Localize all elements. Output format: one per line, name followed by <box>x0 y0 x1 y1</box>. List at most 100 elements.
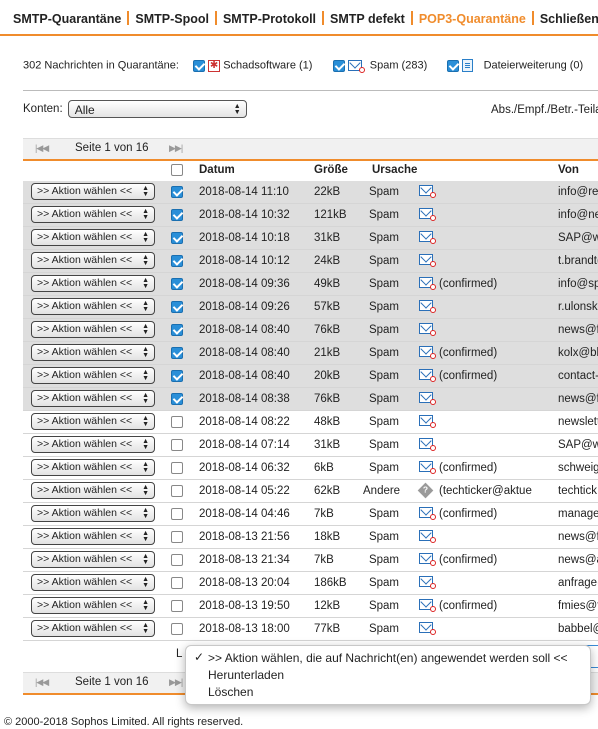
row-checkbox[interactable] <box>171 186 183 198</box>
table-row[interactable]: >> Aktion wählen << ▲ ▼ 2018-08-14 08:40 20k… <box>23 365 598 388</box>
malware-filter-checkbox[interactable] <box>193 59 206 72</box>
row-checkbox[interactable] <box>171 623 183 635</box>
row-date: 2018-08-14 10:12 <box>199 255 290 267</box>
row-checkbox[interactable] <box>171 370 183 382</box>
table-row[interactable]: >> Aktion wählen << ▲ ▼ 2018-08-13 20:04 186… <box>23 572 598 595</box>
row-checkbox[interactable] <box>171 347 183 359</box>
row-checkbox[interactable] <box>171 278 183 290</box>
copyright-footer: © 2000-2018 Sophos Limited. All rights r… <box>4 716 244 728</box>
row-checkbox[interactable] <box>171 508 183 520</box>
table-row[interactable]: >> Aktion wählen << ▲ ▼ 2018-08-14 08:40 21k… <box>23 342 598 365</box>
row-action-select[interactable]: >> Aktion wählen << ▲ ▼ <box>31 252 155 269</box>
table-row[interactable]: >> Aktion wählen << ▲ ▼ 2018-08-13 18:00 77k… <box>23 618 598 641</box>
row-checkbox[interactable] <box>171 439 183 451</box>
row-action-select[interactable]: >> Aktion wählen << ▲ ▼ <box>31 229 155 246</box>
table-row[interactable]: >> Aktion wählen << ▲ ▼ 2018-08-14 10:32 121… <box>23 204 598 227</box>
row-action-select[interactable]: >> Aktion wählen << ▲ ▼ <box>31 574 155 591</box>
table-row[interactable]: >> Aktion wählen << ▲ ▼ 2018-08-14 04:46 7kB… <box>23 503 598 526</box>
col-date[interactable]: Datum <box>199 164 235 176</box>
row-action-select[interactable]: >> Aktion wählen << ▲ ▼ <box>31 183 155 200</box>
row-cause: Spam <box>368 439 399 451</box>
row-action-select[interactable]: >> Aktion wählen << ▲ ▼ <box>31 367 155 384</box>
table-row[interactable]: >> Aktion wählen << ▲ ▼ 2018-08-14 08:38 76k… <box>23 388 598 411</box>
col-cause[interactable]: Ursache <box>372 164 417 176</box>
table-row[interactable]: >> Aktion wählen << ▲ ▼ 2018-08-13 21:34 7kB… <box>23 549 598 572</box>
col-size[interactable]: Größe <box>314 164 348 176</box>
row-checkbox[interactable] <box>171 301 183 313</box>
table-row[interactable]: >> Aktion wählen << ▲ ▼ 2018-08-13 21:56 18k… <box>23 526 598 549</box>
table-row[interactable]: >> Aktion wählen << ▲ ▼ 2018-08-14 08:22 48k… <box>23 411 598 434</box>
row-action-select[interactable]: >> Aktion wählen << ▲ ▼ <box>31 321 155 338</box>
row-action-label: >> Aktion wählen << <box>37 231 133 243</box>
row-action-select[interactable]: >> Aktion wählen << ▲ ▼ <box>31 390 155 407</box>
spam-filter-checkbox[interactable] <box>332 59 345 72</box>
row-cause: Spam <box>368 347 399 359</box>
table-row[interactable]: >> Aktion wählen << ▲ ▼ 2018-08-14 08:40 76k… <box>23 319 598 342</box>
row-action-select[interactable]: >> Aktion wählen << ▲ ▼ <box>31 597 155 614</box>
table-row[interactable]: >> Aktion wählen << ▲ ▼ 2018-08-14 09:26 57k… <box>23 296 598 319</box>
table-row[interactable]: >> Aktion wählen << ▲ ▼ 2018-08-13 19:50 12k… <box>23 595 598 618</box>
updown-arrows-icon: ▲ ▼ <box>142 392 149 405</box>
row-action-select[interactable]: >> Aktion wählen << ▲ ▼ <box>31 298 155 315</box>
row-from: news@f <box>558 393 598 405</box>
first-prev-page-icon[interactable]: |◀◀ <box>35 143 49 154</box>
row-action-select[interactable]: >> Aktion wählen << ▲ ▼ <box>31 413 155 430</box>
row-checkbox[interactable] <box>171 554 183 566</box>
spam-mail-icon <box>419 576 436 589</box>
table-row[interactable]: >> Aktion wählen << ▲ ▼ 2018-08-14 05:22 62k… <box>23 480 598 503</box>
table-row[interactable]: >> Aktion wählen << ▲ ▼ 2018-08-14 10:12 24k… <box>23 250 598 273</box>
row-size: 49kB <box>314 278 341 290</box>
table-row[interactable]: >> Aktion wählen << ▲ ▼ 2018-08-14 06:32 6kB… <box>23 457 598 480</box>
row-checkbox[interactable] <box>171 209 183 221</box>
tab-pop3-quarantine[interactable]: POP3-Quarantäne <box>413 8 532 26</box>
bulk-option-download[interactable]: Herunterladen <box>208 668 284 682</box>
row-action-select[interactable]: >> Aktion wählen << ▲ ▼ <box>31 620 155 637</box>
page-indicator: Seite 1 von 16 <box>75 142 149 154</box>
table-row[interactable]: >> Aktion wählen << ▲ ▼ 2018-08-14 07:14 31k… <box>23 434 598 457</box>
row-action-select[interactable]: >> Aktion wählen << ▲ ▼ <box>31 482 155 499</box>
row-checkbox[interactable] <box>171 255 183 267</box>
tab-smtp-quarantine[interactable]: SMTP-Quarantäne <box>0 8 127 26</box>
row-checkbox[interactable] <box>171 393 183 405</box>
row-date: 2018-08-14 06:32 <box>199 462 290 474</box>
tab-close[interactable]: Schließen <box>534 8 598 26</box>
row-checkbox[interactable] <box>171 416 183 428</box>
row-action-label: >> Aktion wählen << <box>37 208 133 220</box>
updown-arrows-icon: ▲ ▼ <box>142 484 149 497</box>
bulk-action-dropdown[interactable]: ✓ >> Aktion wählen, die auf Nachricht(en… <box>185 645 591 705</box>
table-row[interactable]: >> Aktion wählen << ▲ ▼ 2018-08-14 11:10 22k… <box>23 181 598 204</box>
tab-smtp-spool[interactable]: SMTP-Spool <box>129 8 215 26</box>
row-action-select[interactable]: >> Aktion wählen << ▲ ▼ <box>31 275 155 292</box>
row-action-select[interactable]: >> Aktion wählen << ▲ ▼ <box>31 206 155 223</box>
row-action-select[interactable]: >> Aktion wählen << ▲ ▼ <box>31 551 155 568</box>
accounts-select[interactable]: Alle ▲ ▼ <box>67 100 247 118</box>
row-action-select[interactable]: >> Aktion wählen << ▲ ▼ <box>31 459 155 476</box>
table-row[interactable]: >> Aktion wählen << ▲ ▼ 2018-08-14 09:36 49k… <box>23 273 598 296</box>
tab-smtp-defect[interactable]: SMTP defekt <box>324 8 411 26</box>
row-checkbox[interactable] <box>171 485 183 497</box>
bulk-option-choose[interactable]: >> Aktion wählen, die auf Nachricht(en) … <box>208 651 568 665</box>
row-checkbox[interactable] <box>171 324 183 336</box>
row-action-select[interactable]: >> Aktion wählen << ▲ ▼ <box>31 344 155 361</box>
row-checkbox[interactable] <box>171 531 183 543</box>
table-row[interactable]: >> Aktion wählen << ▲ ▼ 2018-08-14 10:18 31k… <box>23 227 598 250</box>
next-last-page-icon[interactable]: ▶▶| <box>169 677 183 688</box>
row-action-select[interactable]: >> Aktion wählen << ▲ ▼ <box>31 436 155 453</box>
row-action-select[interactable]: >> Aktion wählen << ▲ ▼ <box>31 505 155 522</box>
next-last-page-icon[interactable]: ▶▶| <box>169 143 183 154</box>
first-prev-page-icon[interactable]: |◀◀ <box>35 677 49 688</box>
tab-smtp-log[interactable]: SMTP-Protokoll <box>217 8 322 26</box>
row-date: 2018-08-14 11:10 <box>199 186 289 198</box>
row-size: 76kB <box>314 393 341 405</box>
row-action-select[interactable]: >> Aktion wählen << ▲ ▼ <box>31 528 155 545</box>
row-from: news@a <box>558 554 598 566</box>
bulk-option-delete[interactable]: Löschen <box>208 685 253 699</box>
col-from[interactable]: Von <box>558 164 579 176</box>
row-checkbox[interactable] <box>171 462 183 474</box>
row-checkbox[interactable] <box>171 232 183 244</box>
select-all-checkbox[interactable] <box>171 164 183 176</box>
extension-filter-checkbox[interactable] <box>447 59 460 72</box>
row-checkbox[interactable] <box>171 600 183 612</box>
row-checkbox[interactable] <box>171 577 183 589</box>
row-from: babbel@ <box>558 623 598 635</box>
